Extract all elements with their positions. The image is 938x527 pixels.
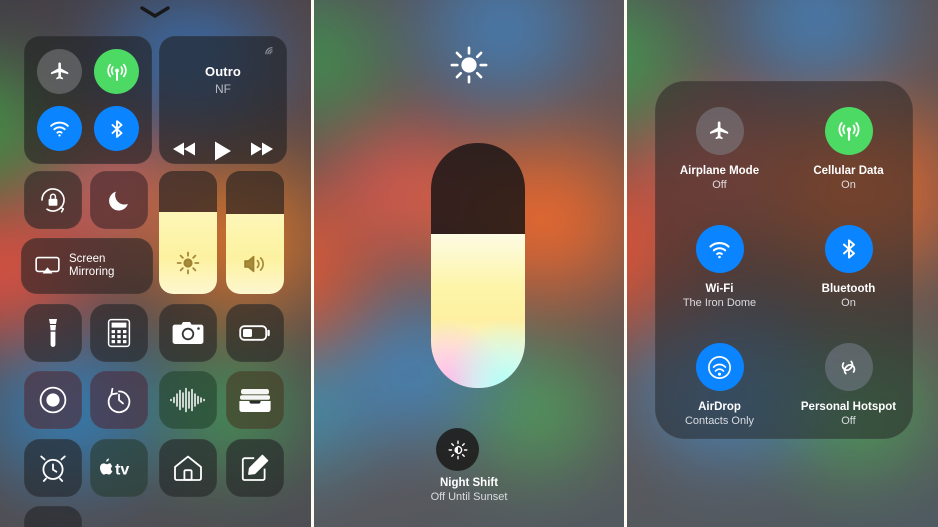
bluetooth-icon [842, 239, 855, 259]
tile-partial-next-row[interactable] [24, 506, 82, 527]
brightness-sun-icon [450, 46, 488, 84]
toggle-bluetooth[interactable] [94, 106, 139, 151]
toggle-wifi[interactable] [37, 106, 82, 151]
brightness-sun-icon [159, 250, 217, 276]
screen-mirroring-line1: Screen [69, 252, 106, 265]
panel-control-center-main: Outro NF Screen Mirroring tv [0, 0, 311, 527]
brightness-slider-large[interactable] [431, 143, 525, 388]
cell-value: Off [841, 415, 856, 427]
panel-brightness-expanded: Night Shift Off Until Sunset [314, 0, 624, 527]
toggle-rotation-lock[interactable] [24, 171, 82, 229]
brightness-slider-large-fill [431, 233, 525, 388]
wallet-icon [239, 389, 271, 412]
tile-music-recognition[interactable] [159, 371, 217, 429]
toggle-bluetooth[interactable] [824, 225, 873, 273]
toggle-cellular-data[interactable] [824, 107, 873, 155]
cell-value: Contacts Only [684, 415, 755, 427]
speaker-wave-icon [226, 252, 284, 276]
cell-airdrop[interactable]: AirDrop Contacts Only [655, 343, 784, 428]
cell-label: Bluetooth [821, 283, 876, 295]
screen-record-icon [39, 386, 67, 414]
brightness-top-sun [314, 44, 624, 86]
cell-personal-hotspot[interactable]: Personal Hotspot Off [784, 343, 913, 428]
toggle-do-not-disturb[interactable] [90, 171, 148, 229]
play-button[interactable] [211, 140, 235, 162]
camera-icon [172, 322, 204, 344]
calculator-icon [107, 318, 131, 348]
tile-apple-tv-remote[interactable]: tv [90, 439, 148, 497]
cell-label: Wi-Fi [705, 283, 734, 295]
night-shift-status: Off Until Sunset [430, 491, 508, 503]
now-playing-module[interactable]: Outro NF [159, 36, 287, 164]
night-shift-icon [448, 440, 467, 459]
hotspot-link-icon [841, 360, 856, 374]
svg-text:tv: tv [115, 462, 129, 479]
cell-wifi[interactable]: Wi-Fi The Iron Dome [655, 225, 784, 310]
night-shift-toggle[interactable] [436, 428, 479, 471]
tile-notes[interactable] [226, 439, 284, 497]
cell-value: On [841, 297, 856, 309]
cell-label: Airplane Mode [679, 165, 760, 177]
volume-slider[interactable] [226, 171, 284, 294]
screen-mirroring-label: Screen Mirroring [69, 253, 114, 280]
cell-value: On [841, 179, 856, 191]
screen-mirroring-tile[interactable]: Screen Mirroring [21, 238, 153, 294]
cell-airplane-mode[interactable]: Airplane Mode Off [655, 107, 784, 192]
tile-camera[interactable] [159, 304, 217, 362]
panel-connectivity-expanded: Airplane Mode Off Cellular Data On Wi-Fi… [627, 0, 938, 527]
tile-flashlight[interactable] [24, 304, 82, 362]
tile-screen-recording[interactable] [24, 371, 82, 429]
cell-bluetooth[interactable]: Bluetooth On [784, 225, 913, 310]
home-icon [174, 455, 202, 481]
cell-label: AirDrop [698, 401, 741, 413]
cellular-antenna-icon [106, 63, 127, 81]
now-playing-title: Outro [205, 64, 241, 79]
screen-mirroring-line2: Mirroring [69, 266, 115, 278]
moon-icon [109, 191, 128, 211]
chevron-down-icon[interactable] [139, 4, 171, 20]
timer-icon [107, 387, 131, 414]
night-shift-title: Night Shift [439, 477, 499, 489]
airplane-icon [710, 121, 729, 139]
tile-alarm[interactable] [24, 439, 82, 497]
tile-home[interactable] [159, 439, 217, 497]
cell-value: The Iron Dome [682, 297, 757, 309]
notes-pencil-icon [241, 454, 269, 481]
toggle-personal-hotspot[interactable] [824, 343, 873, 391]
tile-wallet[interactable] [226, 371, 284, 429]
toggle-wifi[interactable] [695, 225, 744, 273]
tile-calculator[interactable] [90, 304, 148, 362]
low-power-battery-icon [239, 325, 270, 341]
cellular-antenna-icon [838, 122, 859, 141]
toggle-airdrop[interactable] [695, 343, 744, 391]
toggle-airplane-mode[interactable] [695, 107, 744, 155]
shazam-wave-icon [170, 387, 205, 413]
cell-label: Cellular Data [813, 165, 884, 177]
toggle-airplane-mode[interactable] [37, 49, 82, 94]
connectivity-module[interactable] [24, 36, 152, 164]
tile-timer[interactable] [90, 371, 148, 429]
toggle-cellular-data[interactable] [94, 49, 139, 94]
cell-cellular-data[interactable]: Cellular Data On [784, 107, 913, 192]
bluetooth-icon [111, 119, 122, 138]
flashlight-icon [49, 319, 57, 347]
airdrop-icon [708, 355, 731, 379]
wifi-icon [709, 241, 730, 258]
rotation-lock-icon [41, 188, 65, 213]
connectivity-expanded-module[interactable]: Airplane Mode Off Cellular Data On Wi-Fi… [655, 81, 913, 439]
airplay-screen-icon [35, 256, 60, 274]
brightness-slider[interactable] [159, 171, 217, 294]
tile-low-power-mode[interactable] [226, 304, 284, 362]
airplay-audio-icon[interactable] [265, 43, 279, 57]
cell-label: Personal Hotspot [800, 401, 897, 413]
control-center-screenshot: Outro NF Screen Mirroring tv Night Shift… [0, 0, 938, 527]
cell-value: Off [712, 179, 727, 191]
apple-tv-icon: tv [100, 458, 129, 479]
airplane-icon [50, 61, 68, 79]
alarm-clock-icon [40, 455, 66, 482]
now-playing-artist: NF [215, 82, 231, 96]
wifi-icon [50, 121, 69, 137]
fast-forward-button[interactable] [249, 140, 273, 158]
rewind-button[interactable] [173, 140, 197, 158]
